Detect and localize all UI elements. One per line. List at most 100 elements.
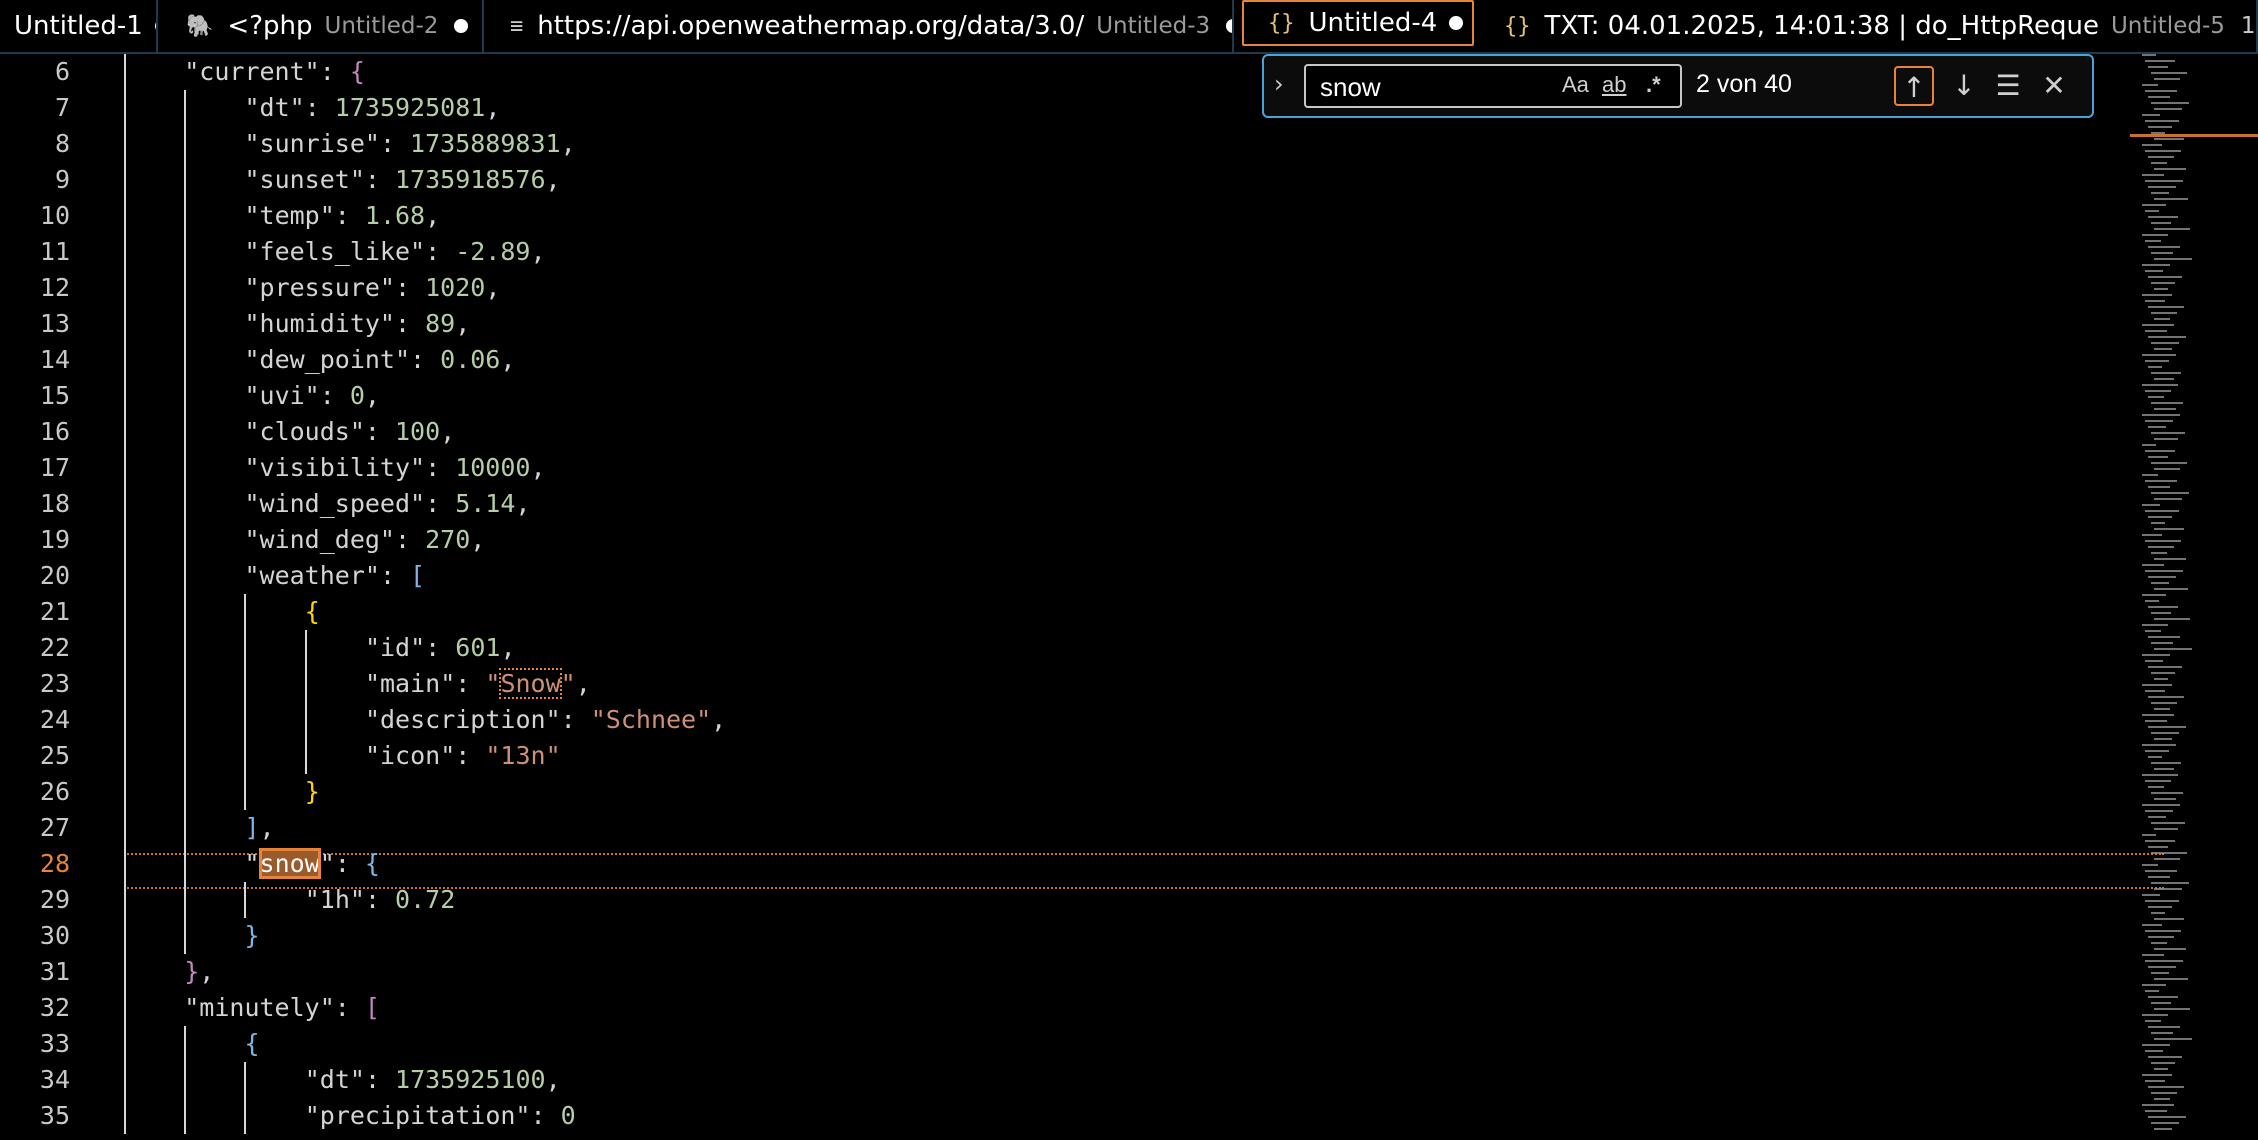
minimap-line [2148,726,2186,728]
code-token: 5.14 [455,489,516,518]
tab-1[interactable]: Untitled-1 [0,0,158,52]
line-number: 17 [39,453,70,482]
minimap-line [2154,1038,2192,1040]
tab-5[interactable]: {} TXT: 04.01.2025, 14:01:38 | do_HttpReq… [1480,0,2258,52]
unsaved-dot-icon[interactable] [154,19,156,33]
minimap-line [2154,918,2184,920]
code-line: { [305,594,320,630]
minimap-line [2142,834,2156,836]
tab-4[interactable]: {} Untitled-4 [1242,0,1474,46]
code-token: : [319,381,350,410]
close-icon: ✕ [2042,69,2066,102]
code-token: : [425,453,456,482]
code-token: : [364,417,395,446]
minimap-line [2148,606,2178,608]
minimap-line [2145,810,2173,812]
line-number-gutter: 6 7 8 9 10 11 12 13 14 15 16 17 18 19 20 21 22 23 24 25 26 27… [0,54,124,1140]
code-token: , [560,129,576,158]
previous-match-button[interactable]: ↑ [1894,66,1934,106]
minimap-line [2151,612,2171,614]
indent-guide [244,594,247,810]
find-input[interactable] [1318,70,1542,104]
code-editor[interactable]: "current": {"dt": 1735925081, "sunrise": … [124,54,2124,1140]
minimap-line [2154,438,2178,440]
code-token: "clouds" [244,417,365,446]
minimap-line [2142,204,2166,206]
line-number: 16 [39,417,70,446]
code-token: , [530,237,546,266]
minimap-line [2154,378,2174,380]
minimap-line [2148,1056,2182,1058]
minimap-line [2142,984,2166,986]
code-line: "pressure": 1020, [244,270,500,306]
minimap-line [2142,264,2170,266]
code-token: "temp" [244,201,335,230]
code-token: , [485,273,501,302]
match-whole-word-toggle[interactable]: ab [1602,72,1626,98]
code-token: : [394,309,426,338]
minimap-line [2145,210,2159,212]
code-token: "precipitation" [304,1101,531,1130]
line-number: 30 [39,921,70,950]
next-match-button[interactable]: ↓ [1944,66,1984,106]
use-regex-toggle[interactable]: .* [1646,72,1661,98]
tab-title: <?php [227,11,313,41]
minimap-line [2151,552,2167,554]
line-number: 31 [39,957,70,986]
minimap-line [2145,1020,2161,1022]
close-find-button[interactable]: ✕ [2034,66,2074,106]
tab-2[interactable]: 🐘 <?php Untitled-2 [162,0,484,52]
code-line: "snow": { [244,846,380,882]
code-token: "1h" [304,885,365,914]
minimap-line [2154,498,2182,500]
code-token: "sunset" [244,165,365,194]
code-line: "sunset": 1735918576, [244,162,560,198]
line-number: 28 [39,849,70,878]
code-token: " [485,669,501,698]
code-token: "main" [364,669,456,698]
lines-icon: ☰ [1995,69,2021,102]
line-number: 21 [39,597,70,626]
minimap-line [2151,72,2187,74]
code-token: "humidity" [244,309,395,338]
code-token: 89 [425,309,456,338]
indent-guide [244,882,247,918]
tab-3[interactable]: ≡ https://api.openweathermap.org/data/3.0… [486,0,1234,52]
minimap-line [2148,576,2176,578]
toggle-replace-chevron-icon[interactable]: › [1274,70,1284,98]
minimap-line [2145,990,2159,992]
code-token: 1735918576 [395,165,546,194]
code-line: "icon": "13n" [365,738,561,774]
find-in-selection-button[interactable]: ☰ [1988,66,2028,106]
line-number: 25 [39,741,70,770]
tab-title: Untitled-4 [1308,8,1438,38]
line-number: 12 [39,273,70,302]
minimap-line [2154,138,2184,140]
minimap-line [2145,420,2173,422]
unsaved-dot-icon[interactable] [1449,16,1464,30]
minimap-line [2145,960,2183,962]
minimap-line [2148,636,2180,638]
minimap-line [2154,78,2180,80]
minimap-line [2154,798,2176,800]
code-line: "humidity": 89, [244,306,470,342]
match-case-toggle[interactable]: Aa [1562,72,1589,98]
current-search-match: snow [258,848,321,879]
code-token: " [244,849,260,878]
code-token: " [560,669,576,698]
minimap-line [2154,648,2192,650]
minimap-line [2154,768,2174,770]
code-line: "clouds": 100, [244,414,455,450]
minimap-line [2142,564,2164,566]
minimap[interactable] [2130,54,2258,1140]
code-token: "wind_deg" [244,525,395,554]
unsaved-dot-icon[interactable] [1226,19,1232,33]
php-icon: 🐘 [186,13,214,39]
unsaved-dot-icon[interactable] [454,19,469,33]
code-line: ], [244,810,274,846]
code-token: : [319,57,350,86]
minimap-line [2148,336,2186,338]
minimap-line [2142,894,2160,896]
line-number: 34 [39,1065,70,1094]
code-line: "dew_point": 0.06, [244,342,515,378]
